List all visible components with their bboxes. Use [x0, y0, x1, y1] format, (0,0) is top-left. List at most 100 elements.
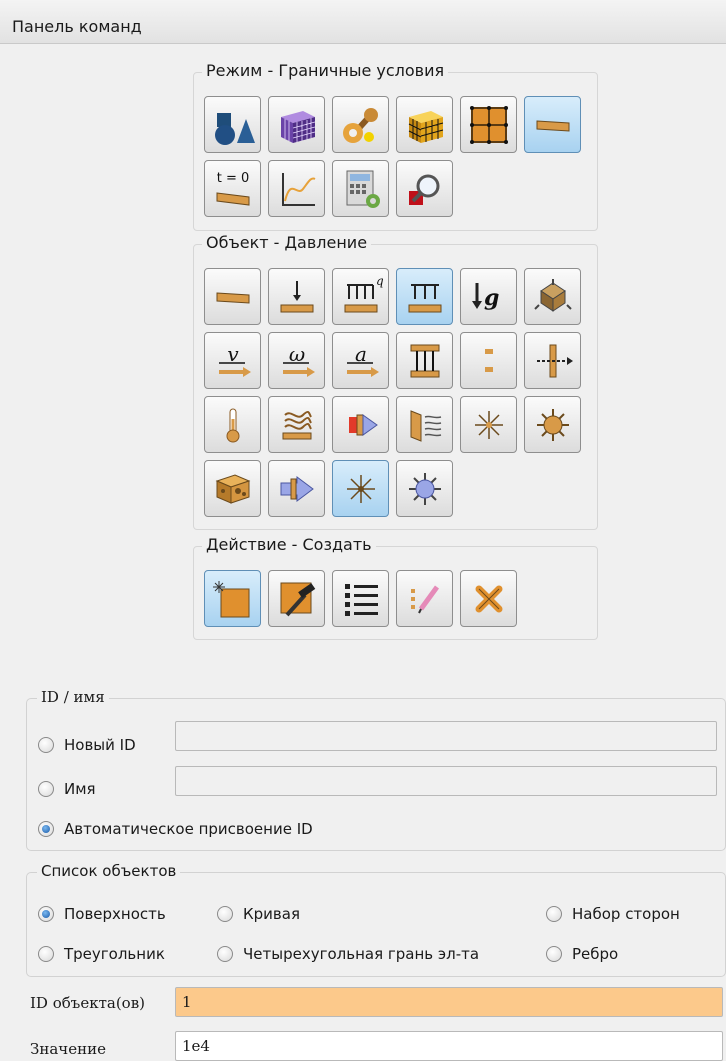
object-ids-label: ID объекта(ов) — [30, 994, 145, 1012]
spring-button[interactable] — [524, 268, 581, 325]
edge-radio[interactable] — [546, 946, 562, 962]
quad-face-label: Четырехугольная грань эл-та — [243, 945, 480, 963]
radiation-icon — [410, 409, 441, 442]
spring-icon — [533, 278, 572, 312]
pressure-button[interactable] — [204, 268, 261, 325]
delete-button[interactable] — [460, 570, 517, 627]
velocity-button[interactable]: v — [204, 332, 261, 389]
volume-mesh-icon — [408, 110, 443, 143]
delete-icon — [475, 585, 502, 612]
object-option-quad-face[interactable]: Четырехугольная грань эл-та — [217, 945, 479, 963]
mesh-icon — [280, 110, 315, 143]
pressure-icon — [216, 291, 249, 304]
radiation-button[interactable] — [396, 396, 453, 453]
new-id-field[interactable] — [175, 721, 717, 751]
heat-flux-button[interactable] — [268, 396, 325, 453]
new-id-radio[interactable] — [38, 737, 54, 753]
point-source-button[interactable] — [524, 396, 581, 453]
cheese-button[interactable] — [204, 460, 261, 517]
quad-face-radio[interactable] — [217, 946, 233, 962]
heat-source-icon — [474, 410, 503, 439]
list-button[interactable] — [332, 570, 389, 627]
volume-mesh-button[interactable] — [396, 96, 453, 153]
heat-source-button[interactable] — [460, 396, 517, 453]
surface-label: Поверхность — [64, 905, 166, 923]
object-option-sideset[interactable]: Набор сторон — [546, 905, 680, 923]
point-force-button[interactable] — [268, 268, 325, 325]
gravity-button[interactable]: g — [460, 268, 517, 325]
modify-icon — [410, 585, 439, 613]
auto-id-label: Автоматическое присвоение ID — [64, 820, 313, 838]
point-light-button[interactable] — [396, 460, 453, 517]
connector-button[interactable] — [460, 332, 517, 389]
surface-pressure-button[interactable] — [396, 268, 453, 325]
acceleration-icon: a — [346, 342, 379, 377]
name-field[interactable] — [175, 766, 717, 796]
surface-radio[interactable] — [38, 906, 54, 922]
object-option-curve[interactable]: Кривая — [217, 905, 300, 923]
create-icon — [212, 580, 249, 617]
action-group: Действие - Создать — [193, 535, 598, 640]
svg-text:g: g — [484, 285, 499, 311]
star-button[interactable] — [332, 460, 389, 517]
distributed-load-button[interactable]: q — [332, 268, 389, 325]
object-option-surface[interactable]: Поверхность — [38, 905, 166, 923]
object-list-label: Список объектов — [37, 862, 181, 880]
velocity-icon: v — [218, 342, 251, 377]
cheese-icon — [215, 473, 250, 504]
curve-radio[interactable] — [217, 906, 233, 922]
id-name-label: ID / имя — [37, 688, 109, 706]
object-group-label: Объект - Давление — [202, 233, 372, 252]
modify-button[interactable] — [396, 570, 453, 627]
sideset-label: Набор сторон — [572, 905, 680, 923]
name-radio[interactable] — [38, 781, 54, 797]
curve-plot-icon — [281, 172, 315, 206]
tools-icon — [342, 107, 378, 143]
create-button[interactable] — [204, 570, 261, 627]
name-option[interactable]: Имя — [38, 780, 96, 798]
boundary-conditions-button[interactable] — [524, 96, 581, 153]
command-panel-title: Панель команд — [0, 0, 726, 44]
initial-conditions-button[interactable]: t = 0 — [204, 160, 261, 217]
curve-plot-button[interactable] — [268, 160, 325, 217]
triangle-label: Треугольник — [64, 945, 165, 963]
initial-conditions-icon: t = 0 — [216, 171, 249, 206]
flow-icon — [280, 475, 314, 502]
temperature-button[interactable] — [204, 396, 261, 453]
mode-group: Режим - Граничные условия t = 0 — [193, 61, 598, 231]
grid-icon — [469, 105, 508, 144]
mesh-button[interactable] — [268, 96, 325, 153]
convection-button[interactable] — [332, 396, 389, 453]
mode-group-label: Режим - Граничные условия — [202, 61, 449, 80]
auto-id-option[interactable]: Автоматическое присвоение ID — [38, 820, 313, 838]
new-id-label: Новый ID — [64, 736, 136, 754]
boundary-conditions-icon — [536, 119, 569, 132]
point-source-icon — [536, 408, 569, 441]
search-icon — [408, 174, 439, 205]
initial-conditions-label: t = 0 — [216, 171, 249, 186]
cut-plane-icon — [536, 344, 573, 377]
cut-plane-button[interactable] — [524, 332, 581, 389]
tools-button[interactable] — [332, 96, 389, 153]
object-ids-field[interactable]: 1 — [175, 987, 723, 1017]
search-button[interactable] — [396, 160, 453, 217]
value-field[interactable]: 1e4 — [175, 1031, 723, 1061]
edit-button[interactable] — [268, 570, 325, 627]
new-id-option[interactable]: Новый ID — [38, 736, 136, 754]
angular-velocity-button[interactable]: ω — [268, 332, 325, 389]
pillar-button[interactable] — [396, 332, 453, 389]
acceleration-button[interactable]: a — [332, 332, 389, 389]
value-label: Значение — [30, 1040, 106, 1058]
sideset-radio[interactable] — [546, 906, 562, 922]
grid-button[interactable] — [460, 96, 517, 153]
auto-id-radio[interactable] — [38, 821, 54, 837]
object-option-triangle[interactable]: Треугольник — [38, 945, 165, 963]
object-option-edge[interactable]: Ребро — [546, 945, 618, 963]
calculator-button[interactable] — [332, 160, 389, 217]
triangle-radio[interactable] — [38, 946, 54, 962]
flow-button[interactable] — [268, 460, 325, 517]
geometry-button[interactable] — [204, 96, 261, 153]
list-icon — [344, 583, 378, 616]
heat-flux-icon — [282, 410, 312, 439]
temperature-icon — [226, 408, 239, 442]
